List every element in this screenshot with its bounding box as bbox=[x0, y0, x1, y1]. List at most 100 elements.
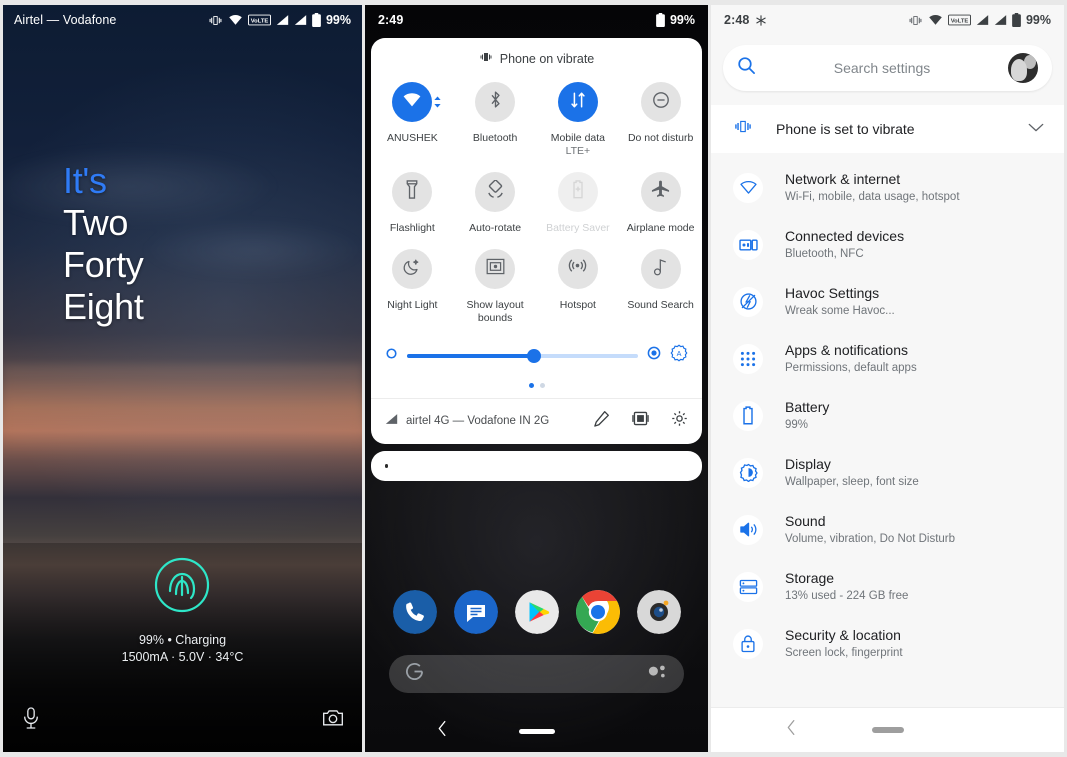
settings-item-title: Battery bbox=[785, 399, 830, 415]
status-bar-carrier-group: Airtel — Vodafone bbox=[14, 13, 116, 27]
qs-tile-show-layout-bounds[interactable]: Show layout bounds bbox=[454, 245, 537, 333]
avatar[interactable] bbox=[1008, 53, 1039, 83]
qs-tile-bluetooth[interactable]: Bluetooth bbox=[454, 78, 537, 166]
wifi-icon bbox=[733, 172, 764, 203]
edit-pencil-icon[interactable] bbox=[593, 410, 610, 432]
clock-line-minute-ones: Eight bbox=[63, 286, 144, 327]
camera-icon[interactable] bbox=[322, 708, 344, 733]
svg-text:VoLTE: VoLTE bbox=[251, 18, 269, 24]
auto-brightness-icon[interactable]: A bbox=[670, 344, 688, 367]
wallpaper-clouds bbox=[3, 109, 362, 364]
qs-tile-mobile-data[interactable]: Mobile data LTE+ bbox=[537, 78, 620, 166]
settings-item-network-internet[interactable]: Network & internet Wi-Fi, mobile, data u… bbox=[711, 159, 1064, 216]
home-pill-icon[interactable] bbox=[871, 727, 904, 733]
settings-item-text: Connected devices Bluetooth, NFC bbox=[785, 227, 904, 262]
chrome-icon[interactable] bbox=[575, 590, 620, 634]
qs-tile-flashlight[interactable]: Flashlight bbox=[371, 168, 454, 244]
qs-tile-sound-search[interactable]: Sound Search bbox=[619, 245, 702, 333]
battery-icon bbox=[733, 400, 764, 431]
brightness-high-icon bbox=[647, 346, 661, 365]
multi-user-icon[interactable] bbox=[632, 410, 649, 432]
fingerprint-icon[interactable] bbox=[153, 556, 211, 614]
google-search-bar[interactable] bbox=[388, 655, 685, 693]
settings-item-sound[interactable]: Sound Volume, vibration, Do Not Disturb bbox=[711, 501, 1064, 558]
clock-line-minute-tens: Forty bbox=[63, 244, 144, 285]
settings-panel: 2:48 VoLTE 99% Search settings Phone is … bbox=[711, 5, 1065, 752]
gear-icon[interactable] bbox=[671, 410, 688, 432]
apps-grid-icon bbox=[733, 343, 764, 374]
qs-ringer-status[interactable]: Phone on vibrate bbox=[371, 48, 702, 78]
settings-item-subtitle: Wallpaper, sleep, font size bbox=[785, 476, 919, 488]
qs-tile-auto-rotate[interactable]: Auto-rotate bbox=[454, 168, 537, 244]
tile-label: ANUSHEK bbox=[386, 132, 438, 144]
battery-icon bbox=[1012, 13, 1021, 27]
qs-tile-do-not-disturb[interactable]: Do not disturb bbox=[619, 78, 702, 166]
settings-item-havoc-settings[interactable]: Havoc Settings Wreak some Havoc... bbox=[711, 273, 1064, 330]
qs-ringer-label: Phone on vibrate bbox=[499, 51, 595, 66]
notification-dot-icon bbox=[384, 464, 389, 468]
lock-icon bbox=[733, 628, 764, 659]
microphone-assistant-icon[interactable] bbox=[21, 706, 41, 735]
tile-label: Do not disturb bbox=[627, 132, 694, 144]
home-pill-icon[interactable] bbox=[518, 728, 555, 734]
brightness-slider-row: A bbox=[371, 333, 702, 371]
settings-item-subtitle: Volume, vibration, Do Not Disturb bbox=[785, 533, 956, 545]
tile-label: Sound Search bbox=[627, 299, 694, 311]
back-chevron-icon[interactable] bbox=[437, 720, 448, 742]
asterisk-icon bbox=[755, 14, 767, 27]
tile-icon-background bbox=[557, 249, 598, 289]
page-dot-1[interactable] bbox=[528, 383, 534, 388]
settings-item-battery[interactable]: Battery 99% bbox=[711, 387, 1064, 444]
settings-item-text: Storage 13% used - 224 GB free bbox=[785, 569, 908, 604]
wifi-icon bbox=[228, 14, 243, 26]
battery-percent-label: 99% bbox=[325, 13, 351, 27]
settings-item-storage[interactable]: Storage 13% used - 224 GB free bbox=[711, 558, 1064, 615]
settings-item-text: Network & internet Wi-Fi, mobile, data u… bbox=[785, 170, 960, 205]
bluetooth-icon bbox=[487, 90, 504, 114]
brightness-slider-knob[interactable] bbox=[527, 348, 542, 363]
settings-item-connected-devices[interactable]: Connected devices Bluetooth, NFC bbox=[711, 216, 1064, 273]
settings-item-subtitle: Wi-Fi, mobile, data usage, hotspot bbox=[785, 191, 960, 203]
svg-text:A: A bbox=[677, 349, 682, 358]
airplane-icon bbox=[651, 180, 670, 204]
google-assistant-icon[interactable] bbox=[646, 663, 668, 686]
status-time: 2:49 bbox=[377, 13, 404, 27]
settings-item-subtitle: Permissions, default apps bbox=[785, 362, 917, 374]
sound-speaker-icon bbox=[733, 514, 764, 545]
settings-search-bar[interactable]: Search settings bbox=[723, 45, 1053, 91]
camera-icon[interactable] bbox=[636, 590, 681, 634]
settings-item-title: Security & location bbox=[785, 627, 901, 643]
vibrate-icon bbox=[479, 51, 493, 66]
wallpaper-horizon-glow bbox=[3, 363, 362, 454]
settings-item-title: Connected devices bbox=[785, 228, 905, 244]
play-store-icon[interactable] bbox=[514, 590, 559, 634]
vibrate-icon bbox=[733, 118, 753, 140]
settings-item-title: Havoc Settings bbox=[785, 285, 880, 301]
search-input[interactable]: Search settings bbox=[756, 60, 1008, 76]
lockscreen-shortcuts bbox=[3, 700, 362, 740]
notification-card[interactable] bbox=[370, 451, 703, 481]
settings-vibrate-row[interactable]: Phone is set to vibrate bbox=[711, 105, 1065, 153]
settings-item-apps-notifications[interactable]: Apps & notifications Permissions, defaul… bbox=[711, 330, 1064, 387]
back-chevron-icon[interactable] bbox=[786, 719, 797, 741]
page-dot-2[interactable] bbox=[539, 383, 545, 388]
battery-charging-icon bbox=[656, 13, 665, 27]
phone-icon[interactable] bbox=[392, 590, 437, 634]
settings-item-display[interactable]: Display Wallpaper, sleep, font size bbox=[711, 444, 1064, 501]
messages-icon[interactable] bbox=[453, 590, 498, 634]
qs-tile-night-light[interactable]: Night Light bbox=[371, 245, 454, 333]
qs-tile-hotspot[interactable]: Hotspot bbox=[537, 245, 620, 333]
battery-charging-icon bbox=[312, 13, 321, 27]
settings-item-security-location[interactable]: Security & location Screen lock, fingerp… bbox=[711, 615, 1064, 672]
havoc-icon bbox=[733, 286, 764, 317]
tile-icon-background bbox=[640, 82, 681, 122]
qs-tile-battery-saver[interactable]: Battery Saver bbox=[537, 168, 620, 244]
quick-settings-card: Phone on vibrate ANUSHEK Bluetooth Mobil… bbox=[370, 38, 703, 444]
brightness-slider[interactable] bbox=[406, 348, 639, 363]
chevron-down-icon[interactable] bbox=[1028, 120, 1044, 138]
chevron-expand-icon[interactable] bbox=[434, 95, 441, 113]
settings-list: Network & internet Wi-Fi, mobile, data u… bbox=[711, 159, 1065, 672]
sound-search-icon bbox=[653, 258, 668, 281]
qs-tile-wifi[interactable]: ANUSHEK bbox=[371, 78, 454, 166]
qs-tile-airplane-mode[interactable]: Airplane mode bbox=[619, 168, 702, 244]
